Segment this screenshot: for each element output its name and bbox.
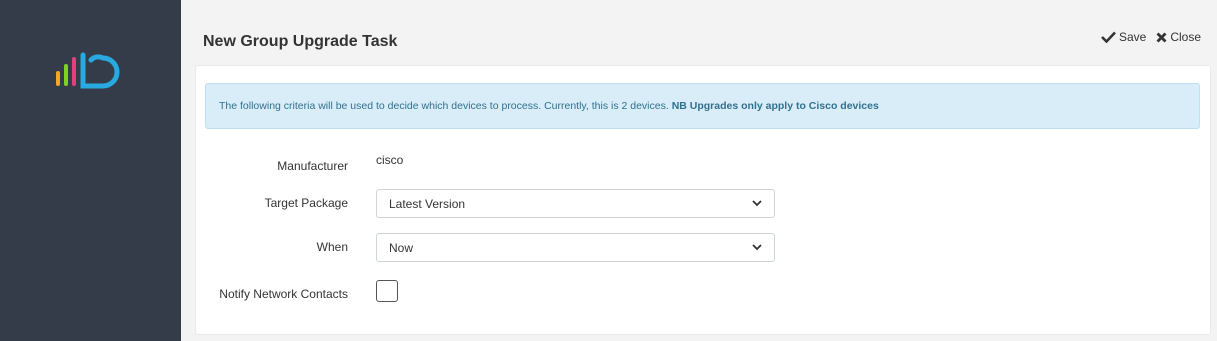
target-package-selected: Latest Version	[389, 196, 466, 211]
close-label: Close	[1170, 30, 1201, 44]
manufacturer-label: Manufacturer	[277, 159, 348, 173]
form-panel: The following criteria will be used to d…	[195, 65, 1211, 335]
notify-checkbox[interactable]	[376, 280, 398, 302]
logo-bar-orange	[56, 71, 60, 86]
chevron-down-icon	[752, 244, 762, 251]
target-package-select[interactable]: Latest Version	[376, 189, 775, 218]
save-button[interactable]: Save	[1101, 30, 1146, 44]
when-label: When	[316, 240, 348, 254]
notify-row: Notify Network Contacts	[196, 279, 796, 309]
main-content: New Group Upgrade Task Save Close The fo…	[181, 0, 1217, 341]
alert-note: NB Upgrades only apply to Cisco devices	[671, 100, 879, 112]
x-icon	[1156, 32, 1167, 42]
toolbar: Save Close	[1101, 30, 1201, 44]
sidebar	[0, 0, 181, 341]
alert-text-suffix: devices.	[627, 100, 672, 112]
when-selected: Now	[389, 240, 414, 255]
manufacturer-row: Manufacturer cisco	[196, 152, 796, 182]
close-button[interactable]: Close	[1156, 30, 1201, 44]
when-select[interactable]: Now	[376, 233, 775, 262]
logo-bar-green	[64, 64, 68, 86]
chevron-down-icon	[752, 200, 762, 207]
manufacturer-value: cisco	[376, 153, 404, 167]
target-package-row: Target Package Latest Version	[196, 188, 796, 218]
notify-label: Notify Network Contacts	[219, 287, 348, 301]
logo-cloud	[80, 52, 120, 89]
page-title: New Group Upgrade Task	[203, 33, 398, 50]
info-alert: The following criteria will be used to d…	[205, 83, 1200, 129]
logo-bar-pink	[72, 57, 76, 86]
save-label: Save	[1118, 30, 1147, 44]
target-package-label: Target Package	[264, 196, 348, 210]
when-row: When Now	[196, 232, 796, 262]
app-logo[interactable]	[55, 52, 125, 90]
check-icon	[1101, 31, 1116, 43]
alert-text-prefix: The following criteria will be used to d…	[219, 100, 622, 112]
